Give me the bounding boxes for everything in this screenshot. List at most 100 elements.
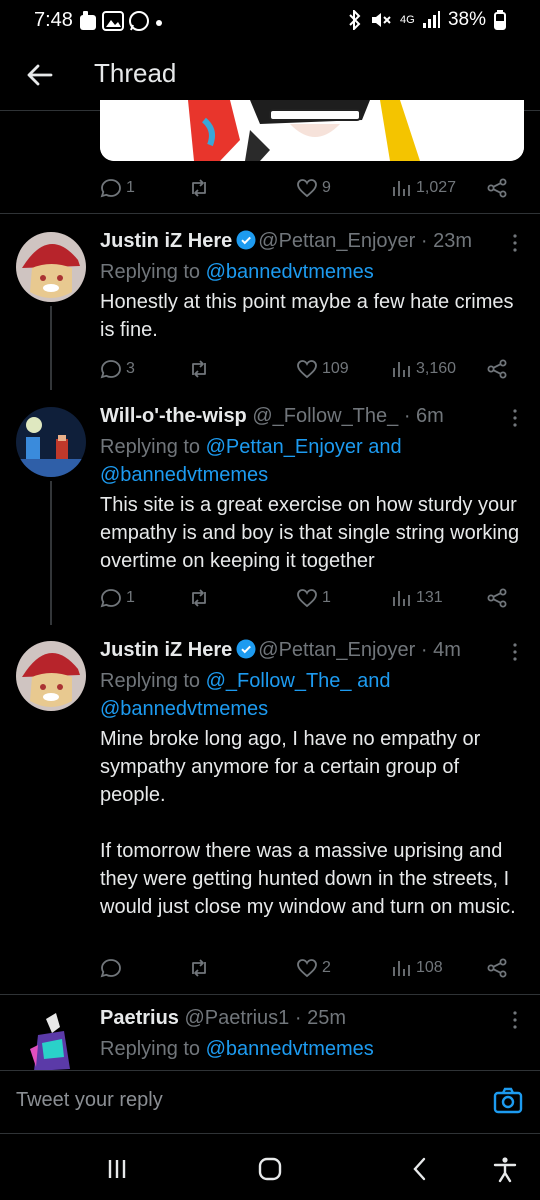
tweet-2[interactable]: Will-o'-the-wisp @_Follow_The_ · 6m Repl…	[0, 405, 540, 625]
page-title: Thread	[94, 58, 177, 88]
reply-button[interactable]	[100, 955, 126, 981]
tweet-media-image[interactable]	[100, 100, 524, 161]
reply-icon	[100, 360, 121, 379]
retweet-icon	[192, 589, 206, 607]
reply-icon	[100, 589, 121, 608]
tweet-text: This site is a great exercise on how stu…	[100, 494, 520, 572]
retweet-button[interactable]	[188, 955, 210, 981]
handle[interactable]: @_Follow_The_	[252, 405, 398, 427]
reply-icon	[100, 179, 121, 198]
media-illustration	[100, 100, 524, 161]
heart-icon	[297, 179, 317, 198]
tweet-4[interactable]: Paetrius @Paetrius1 · 25m Replying to @b…	[0, 1007, 540, 1070]
signal-icon	[422, 11, 440, 28]
divider	[0, 213, 540, 214]
share-button[interactable]	[486, 356, 508, 382]
battery-icon	[494, 10, 506, 30]
mention-link[interactable]: @bannedvtmemes	[206, 261, 374, 283]
avatar[interactable]	[16, 407, 86, 477]
views-icon	[393, 961, 410, 976]
tweet-header: Justin iZ Here @Pettan_Enjoyer · 4m	[100, 639, 461, 662]
thread-connector	[50, 481, 52, 625]
handle[interactable]: @Pettan_Enjoyer	[258, 639, 415, 661]
gallery-icon	[102, 11, 124, 31]
avatar[interactable]	[16, 232, 86, 302]
camera-icon[interactable]	[492, 1085, 524, 1117]
tweet-text: Honestly at this point maybe a few hate …	[100, 291, 514, 341]
recent-apps-icon[interactable]	[102, 1154, 132, 1184]
whatsapp-icon	[129, 11, 149, 31]
heart-icon	[297, 959, 317, 978]
display-name[interactable]: Will-o'-the-wisp	[100, 405, 247, 427]
more-options-icon[interactable]	[512, 641, 518, 663]
replying-to: Replying to @bannedvtmemes	[100, 261, 374, 283]
tweet-1[interactable]: Justin iZ Here @Pettan_Enjoyer · 23m Repl…	[0, 230, 540, 390]
mention-link[interactable]: @_Follow_The_ and	[206, 670, 391, 692]
accessibility-icon[interactable]	[490, 1154, 520, 1184]
replying-to: Replying to @Pettan_Enjoyer and @bannedvt…	[100, 436, 402, 486]
mention-link[interactable]: @Pettan_Enjoyer and	[206, 436, 402, 458]
avatar[interactable]	[16, 641, 86, 711]
views-button[interactable]: 108	[390, 955, 443, 981]
reply-count: 1	[126, 589, 135, 606]
reply-button[interactable]: 1	[100, 585, 135, 611]
more-options-icon[interactable]	[512, 232, 518, 254]
views-count: 1,027	[416, 179, 457, 196]
home-icon[interactable]	[255, 1154, 285, 1184]
views-button[interactable]: 1,027	[390, 175, 456, 201]
more-notifications-dot	[156, 20, 162, 26]
retweet-button[interactable]	[188, 585, 210, 611]
system-navigation-bar	[0, 1134, 540, 1200]
mute-icon	[371, 13, 391, 27]
mention-link[interactable]: @bannedvtmemes	[100, 464, 268, 486]
retweet-button[interactable]	[188, 356, 210, 382]
back-arrow-icon[interactable]	[24, 60, 54, 90]
thread-connector	[50, 306, 52, 390]
replying-to: Replying to @bannedvtmemes	[100, 1038, 374, 1060]
replying-to: Replying to @_Follow_The_ and @bannedvtme…	[100, 670, 391, 720]
reply-button[interactable]: 3	[100, 356, 135, 382]
reply-composer: Tweet your reply	[0, 1070, 540, 1134]
more-options-icon[interactable]	[512, 1009, 518, 1031]
views-count: 131	[416, 589, 443, 606]
bluetooth-icon	[349, 10, 361, 30]
status-time: 7:48	[34, 9, 73, 31]
reply-icon	[100, 959, 121, 978]
back-nav-icon[interactable]	[405, 1154, 435, 1184]
more-options-icon[interactable]	[512, 407, 518, 429]
like-count: 9	[322, 179, 331, 196]
like-button[interactable]: 1	[296, 585, 331, 611]
mention-link[interactable]: @bannedvtmemes	[206, 1038, 374, 1060]
tweet-3[interactable]: Justin iZ Here @Pettan_Enjoyer · 4m Reply…	[0, 639, 540, 979]
mention-link[interactable]: @bannedvtmemes	[100, 698, 268, 720]
handle[interactable]: @Paetrius1	[185, 1007, 290, 1029]
share-button[interactable]	[486, 585, 508, 611]
avatar[interactable]	[16, 1009, 86, 1070]
display-name[interactable]: Justin iZ Here	[100, 639, 232, 661]
tweet-actions: 2 108	[100, 955, 540, 985]
like-count: 2	[322, 959, 331, 976]
views-button[interactable]: 3,160	[390, 356, 456, 382]
display-name[interactable]: Paetrius	[100, 1007, 179, 1029]
retweet-icon	[192, 360, 206, 378]
views-icon	[393, 362, 410, 377]
reply-input[interactable]: Tweet your reply	[16, 1089, 163, 1112]
like-button[interactable]: 2	[296, 955, 331, 981]
timestamp: · 23m	[420, 230, 473, 252]
notification-app-icon	[80, 11, 96, 30]
share-button[interactable]	[486, 175, 508, 201]
tweet-actions-top: 1 9 1,027	[100, 175, 540, 205]
views-count: 3,160	[416, 360, 457, 377]
display-name[interactable]: Justin iZ Here	[100, 230, 232, 252]
retweet-button[interactable]	[188, 175, 210, 201]
like-button[interactable]: 9	[296, 175, 331, 201]
handle[interactable]: @Pettan_Enjoyer	[258, 230, 415, 252]
retweet-icon	[192, 179, 206, 197]
like-button[interactable]: 109	[296, 356, 349, 382]
tweet-header: Will-o'-the-wisp @_Follow_The_ · 6m	[100, 405, 444, 428]
reply-count: 3	[126, 360, 135, 377]
reply-button[interactable]: 1	[100, 175, 135, 201]
retweet-icon	[192, 959, 206, 977]
views-button[interactable]: 131	[390, 585, 443, 611]
share-button[interactable]	[486, 955, 508, 981]
